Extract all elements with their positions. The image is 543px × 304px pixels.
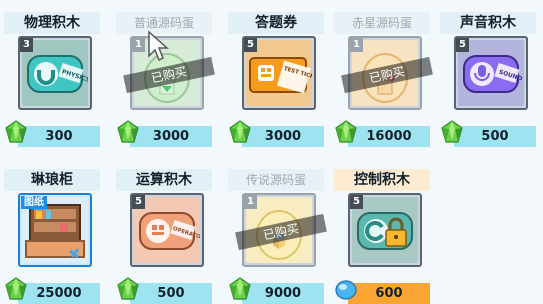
green-gem-icon (228, 277, 252, 301)
item-title: 传说源码蛋 (228, 169, 324, 191)
item-title: 声音积木 (440, 12, 536, 34)
green-gem-icon (116, 277, 140, 301)
shop-item-legend-code-egg[interactable]: 传说源码蛋 1 已购买 9000 (228, 169, 327, 304)
item-title: 运算积木 (116, 169, 212, 191)
item-frame: 5 SOUND (454, 36, 528, 110)
green-gem-icon (4, 120, 28, 144)
green-gem-icon (4, 277, 28, 301)
item-frame: 1 已购买 (235, 193, 327, 267)
item-count-badge: 1 (244, 195, 257, 209)
item-title: 琳琅柜 (4, 169, 100, 191)
item-frame: 1 已购买 (341, 36, 433, 110)
shop-item-physics-block[interactable]: 物理积木 3 PHYSICS 300 (4, 12, 100, 147)
item-title: 控制积木 (334, 169, 430, 191)
shop-item-operator-block[interactable]: 运算积木 5 OPERATO 500 (116, 169, 212, 304)
item-count-badge: 5 (456, 38, 469, 52)
price-label[interactable]: 16000 (348, 126, 430, 147)
item-count-badge: 1 (350, 38, 363, 52)
price-label[interactable]: 300 (18, 126, 100, 147)
item-frame: 5 OPERATO (130, 193, 204, 267)
price-label[interactable]: 600 (348, 283, 430, 304)
item-count-badge: 1 (132, 38, 145, 52)
price-label[interactable]: 3000 (130, 126, 212, 147)
item-frame: 5 TEST TICKET (242, 36, 316, 110)
green-gem-icon (334, 120, 358, 144)
item-title: 物理积木 (4, 12, 100, 34)
item-frame: 图纸 (18, 193, 92, 267)
green-gem-icon (228, 120, 252, 144)
green-gem-icon (116, 120, 140, 144)
item-frame: 3 PHYSICS (18, 36, 92, 110)
mouse-cursor-icon (148, 30, 169, 62)
item-title: 答题券 (228, 12, 324, 34)
blue-diamond-icon (334, 277, 358, 301)
shop-item-red-star-code-egg[interactable]: 赤星源码蛋 1 已购买 16000 (334, 12, 433, 147)
shop-item-sound-block[interactable]: 声音积木 5 SOUND 500 (440, 12, 536, 147)
shop-item-shelf-cabinet[interactable]: 琳琅柜 图纸 25000 (4, 169, 100, 304)
price-label[interactable]: 500 (130, 283, 212, 304)
item-count-badge: 5 (350, 195, 363, 209)
item-count-badge: 5 (132, 195, 145, 209)
blueprint-badge: 图纸 (21, 196, 47, 209)
price-label[interactable]: 3000 (242, 126, 324, 147)
shop-item-quiz-ticket[interactable]: 答题券 5 TEST TICKET 3000 (228, 12, 324, 147)
green-gem-icon (440, 120, 464, 144)
item-count-badge: 3 (20, 38, 33, 52)
price-label[interactable]: 25000 (18, 283, 100, 304)
shop-item-control-block[interactable]: 控制积木 5 600 (334, 169, 430, 304)
price-label[interactable]: 500 (454, 126, 536, 147)
item-title: 赤星源码蛋 (334, 12, 430, 34)
item-frame: 5 (348, 193, 422, 267)
item-count-badge: 5 (244, 38, 257, 52)
price-label[interactable]: 9000 (242, 283, 324, 304)
